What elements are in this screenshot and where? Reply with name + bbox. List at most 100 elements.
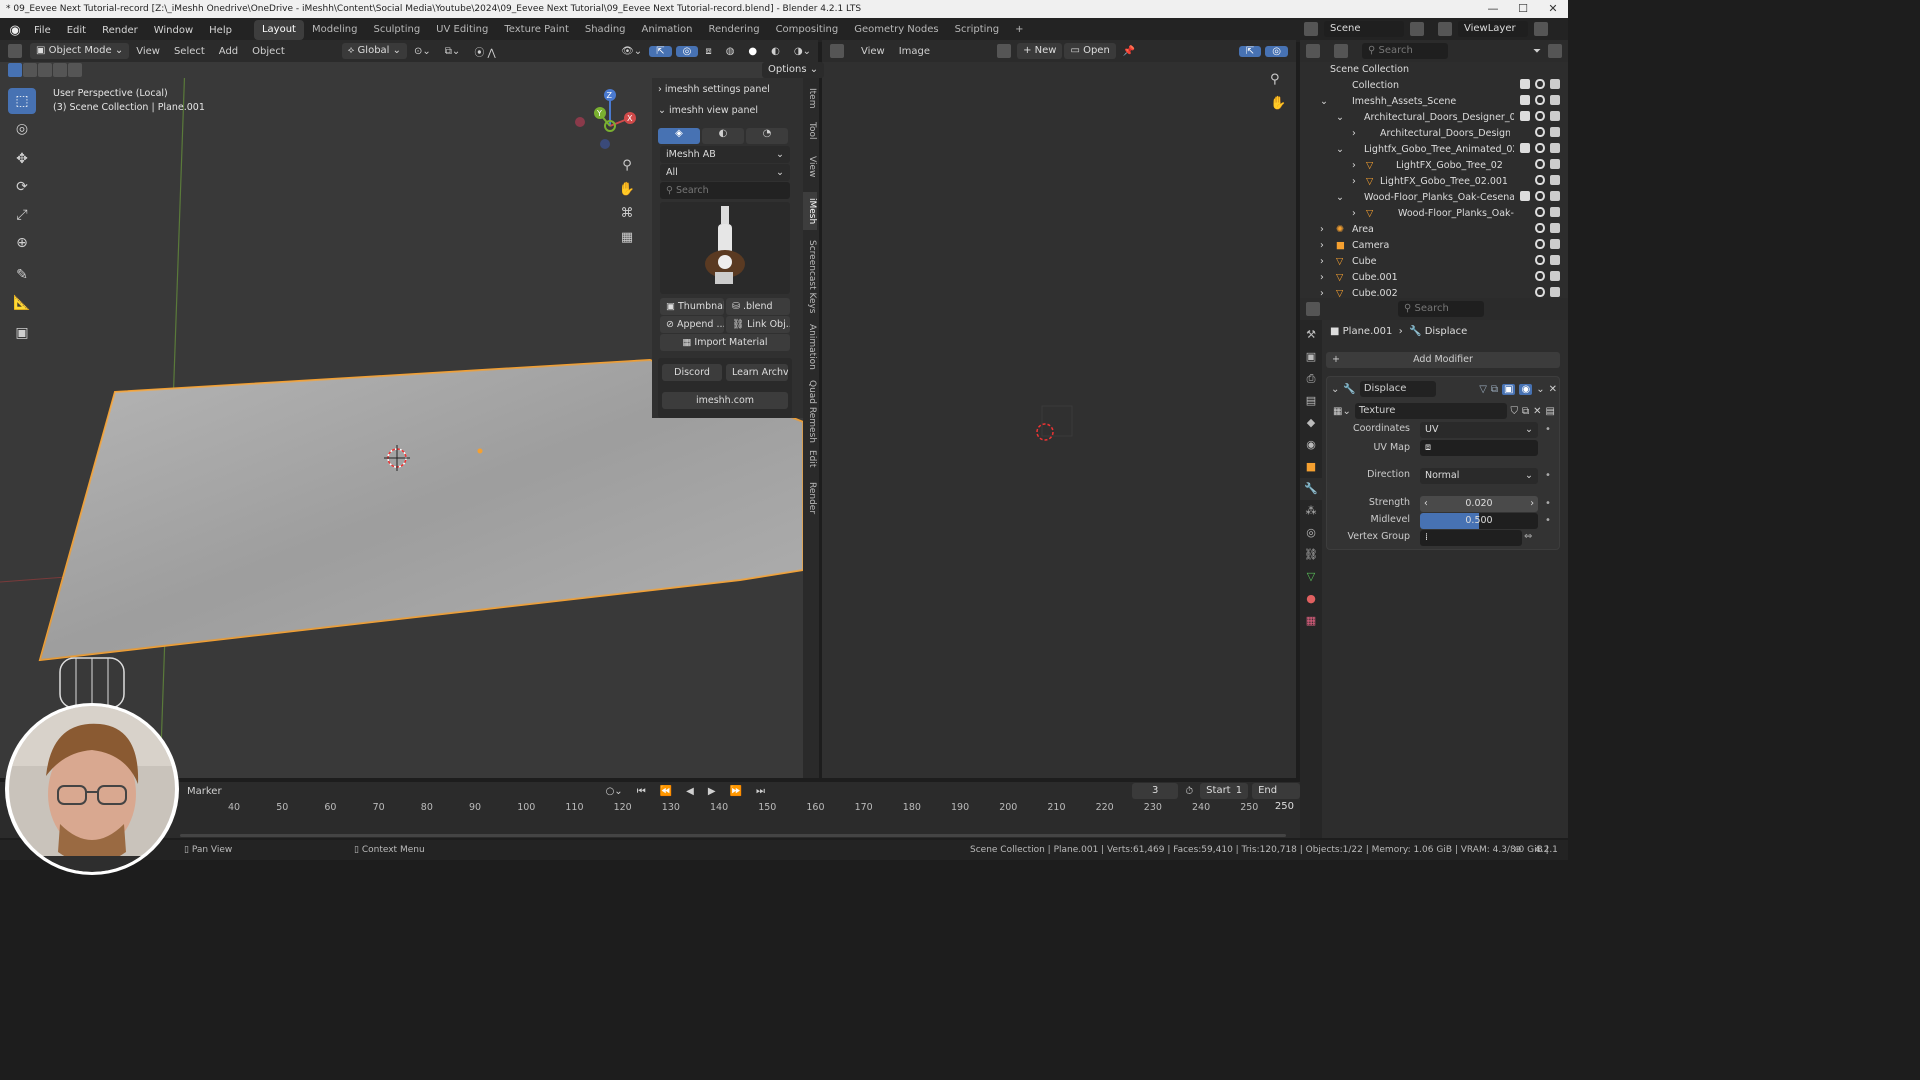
outliner-row[interactable]: ⌄ Imeshh_Assets_Scene <box>1300 94 1568 110</box>
measure-tool[interactable]: 📐 <box>8 290 36 316</box>
tab-view[interactable]: View <box>803 156 817 177</box>
menu-file[interactable]: File <box>26 25 59 36</box>
delete-modifier-icon[interactable]: ✕ <box>1549 384 1557 395</box>
tab-layout[interactable]: Layout <box>253 20 304 40</box>
new-scene-icon[interactable] <box>1410 22 1424 36</box>
shading-material-icon[interactable]: ◐ <box>764 46 787 57</box>
collapse-chevron-icon[interactable]: ⌄ <box>1331 384 1339 395</box>
outliner-search-input[interactable]: ⚲ Search <box>1362 43 1448 59</box>
render-toggle-icon[interactable]: ◉ <box>1519 383 1533 395</box>
start-frame-field[interactable]: Start 1 <box>1200 783 1249 799</box>
rotate-tool[interactable]: ⟳ <box>8 174 36 200</box>
add-workspace-button[interactable]: + <box>1007 20 1031 40</box>
outliner-row[interactable]: › ▽ Cube <box>1300 254 1568 270</box>
hdri-tab-icon[interactable]: ◔ <box>746 128 788 144</box>
strength-keyframe-icon[interactable]: • <box>1545 498 1551 509</box>
discord-button[interactable]: Discord <box>662 364 722 381</box>
outliner-row[interactable]: ⌄ Architectural_Doors_Designer_08 <box>1300 110 1568 126</box>
menu-view[interactable]: View <box>129 46 167 57</box>
image-menu-view[interactable]: View <box>854 46 892 57</box>
asset-search-input[interactable]: ⚲ Search <box>660 182 790 199</box>
import-material-button[interactable]: ▦ Import Material <box>660 334 790 351</box>
pivot-icon[interactable]: ⊙⌄ <box>407 46 438 57</box>
edit-mode-toggle-icon[interactable]: ▽ <box>1479 384 1487 395</box>
annotate-tool[interactable]: ✎ <box>8 262 36 288</box>
constraints-tab-icon[interactable]: ⛓ <box>1300 544 1322 566</box>
tab-item[interactable]: Item <box>803 88 817 109</box>
tab-imesh[interactable]: iMesh <box>803 192 817 230</box>
image-zoom-icon[interactable]: ⚲ <box>1270 68 1286 92</box>
outliner-row[interactable]: › ▽ Cube.001 <box>1300 270 1568 286</box>
navigation-gizmo[interactable]: Z X Y <box>570 86 640 156</box>
link-object-button[interactable]: ⛓ Link Obj... <box>726 316 790 333</box>
cursor-tool[interactable]: ◎ <box>8 116 36 142</box>
outliner-row[interactable]: › ▽ LightFX_Gobo_Tree_02.001 <box>1300 174 1568 190</box>
open-image-button[interactable]: ▭ Open <box>1064 43 1116 59</box>
shading-wireframe-icon[interactable]: ◍ <box>719 46 742 57</box>
duplicate-texture-icon[interactable]: ⧉ <box>1522 406 1529 417</box>
models-tab-icon[interactable]: ◈ <box>658 128 700 144</box>
shading-solid-icon[interactable]: ● <box>741 46 764 57</box>
image-overlay-icon[interactable]: ◎ <box>1265 45 1288 57</box>
uvmap-field[interactable]: ⧈ <box>1420 440 1538 456</box>
timeline-ruler[interactable]: 40 50 60 70 80 90 100 110 120 130 140 150 160 170 180 1… <box>0 802 1300 818</box>
strength-slider[interactable]: ‹ 0.020 › <box>1420 496 1538 512</box>
texture-tab-icon[interactable]: ▦ <box>1300 610 1322 632</box>
add-cube-tool[interactable]: ▣ <box>8 320 36 346</box>
outliner-row[interactable]: Scene Collection <box>1300 62 1568 78</box>
zoom-icon[interactable]: ⚲ <box>618 154 636 178</box>
image-editor-type-icon[interactable] <box>830 44 844 58</box>
coordinates-keyframe-icon[interactable]: • <box>1545 424 1551 435</box>
midlevel-slider[interactable]: 0.500 <box>1420 513 1538 529</box>
tab-screencast-keys[interactable]: Screencast Keys <box>803 240 817 314</box>
outliner-row[interactable]: › ▽ LightFX_Gobo_Tree_02 <box>1300 158 1568 174</box>
modifier-menu-icon[interactable]: ⌄ <box>1536 384 1544 395</box>
output-tab-icon[interactable]: ⎙ <box>1300 368 1322 390</box>
camera-view-icon[interactable]: ⌘ <box>618 202 636 226</box>
tab-uv-editing[interactable]: UV Editing <box>428 20 496 40</box>
menu-object[interactable]: Object <box>245 46 292 57</box>
properties-search-input[interactable]: ⚲ Search <box>1398 301 1484 317</box>
menu-help[interactable]: Help <box>201 25 240 36</box>
category-dropdown[interactable]: All ⌄ <box>660 164 790 181</box>
materials-tab-icon[interactable]: ◐ <box>702 128 744 144</box>
texture-browse-icon[interactable]: ▤ <box>1546 406 1555 417</box>
append-button[interactable]: ⊘ Append ... <box>660 316 724 333</box>
imeshh-site-button[interactable]: imeshh.com <box>662 392 788 409</box>
texture-field[interactable]: Texture <box>1354 403 1507 419</box>
filter-icon[interactable]: ⏷ <box>1526 46 1548 57</box>
marker-menu[interactable]: Marker <box>180 786 229 797</box>
direction-dropdown[interactable]: Normal ⌄ <box>1420 468 1538 484</box>
outliner-row[interactable]: ⌄ Wood-Floor_Planks_Oak-Cesena-N <box>1300 190 1568 206</box>
jump-end-icon[interactable]: ⏭ <box>749 786 772 797</box>
view-layer-tab-icon[interactable]: ▤ <box>1300 390 1322 412</box>
tab-texture-paint[interactable]: Texture Paint <box>496 20 577 40</box>
3d-viewport[interactable]: User Perspective (Local) (3) Scene Colle… <box>0 62 803 778</box>
modifier-name-field[interactable]: Displace <box>1359 381 1436 397</box>
auto-key-icon[interactable]: ○⌄ <box>599 786 630 797</box>
move-tool[interactable]: ✥ <box>8 146 36 172</box>
blender-logo-icon[interactable]: ◉ <box>4 23 26 38</box>
stopwatch-icon[interactable]: ⏱ <box>1178 786 1200 797</box>
close-window-button[interactable]: ✕ <box>1538 0 1568 18</box>
outliner-row[interactable]: › ✺ Area <box>1300 222 1568 238</box>
direction-keyframe-icon[interactable]: • <box>1545 470 1551 481</box>
viewlayer-selector[interactable]: ViewLayer <box>1458 21 1528 37</box>
learn-archviz-button[interactable]: Learn Archviz <box>726 364 788 381</box>
menu-select[interactable]: Select <box>167 46 212 57</box>
tab-edit[interactable]: Edit <box>803 450 817 467</box>
outliner-row[interactable]: › ▽ Cube.002 <box>1300 286 1568 298</box>
new-viewlayer-icon[interactable] <box>1534 22 1548 36</box>
imeshh-settings-header[interactable]: › imeshh settings panel <box>658 84 770 95</box>
end-frame-field[interactable]: End 250 <box>1252 783 1301 812</box>
jump-start-icon[interactable]: ⏮ <box>630 786 653 797</box>
asset-thumbnail[interactable] <box>660 202 790 294</box>
minimize-button[interactable]: — <box>1478 0 1508 18</box>
vertex-group-field[interactable]: ⁞ <box>1420 530 1522 546</box>
properties-type-icon[interactable] <box>1306 302 1320 316</box>
outliner-row[interactable]: › ■ Camera <box>1300 238 1568 254</box>
transform-tool[interactable]: ⊕ <box>8 230 36 256</box>
select-new-icon[interactable] <box>8 63 22 77</box>
unlink-texture-icon[interactable]: ✕ <box>1533 406 1541 417</box>
xray-icon[interactable]: ⧈ <box>698 46 718 57</box>
